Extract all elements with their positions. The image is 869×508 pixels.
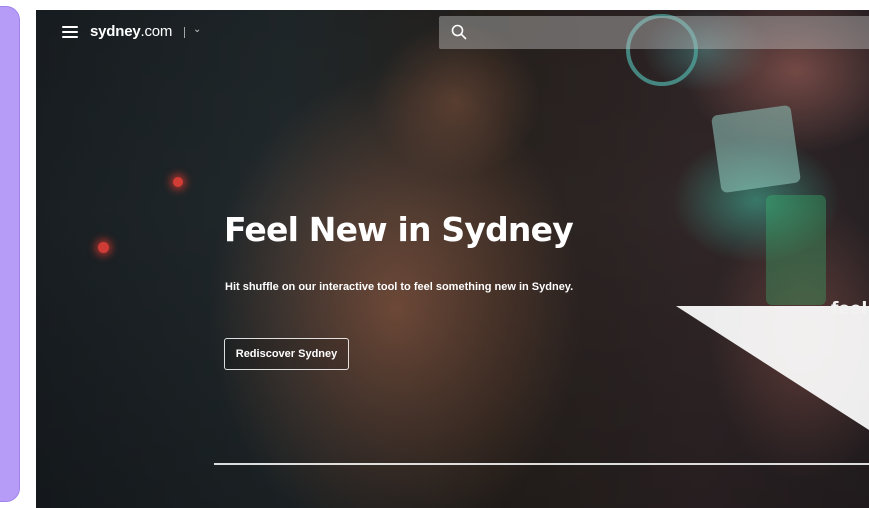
bokeh-light (173, 177, 183, 187)
carousel-progress-line (214, 463, 869, 465)
lantern-decoration (766, 195, 826, 305)
site-logo[interactable]: sydney.com (90, 23, 172, 40)
angle-slice-overlay (676, 306, 869, 430)
side-panel: e (0, 6, 20, 502)
hamburger-menu-icon[interactable] (62, 26, 78, 38)
header-divider (184, 27, 185, 38)
site-header: sydney.com ⌄ (36, 10, 869, 56)
carousel-side-word: feel (831, 299, 868, 319)
logo-brand: sydney (90, 23, 141, 40)
search-input[interactable] (477, 20, 869, 46)
hero-subtitle: Hit shuffle on our interactive tool to f… (225, 281, 574, 293)
lantern-decoration (710, 104, 802, 194)
search-icon[interactable] (451, 24, 467, 40)
hero-title: Feel New in Sydney (224, 210, 574, 249)
hero-banner: sydney.com ⌄ Feel New in Sydney Hit shuf… (36, 10, 869, 508)
page: e sydney.com ⌄ (0, 0, 869, 508)
rediscover-sydney-button[interactable]: Rediscover Sydney (224, 338, 349, 370)
bokeh-light (98, 242, 109, 253)
logo-suffix: .com (140, 23, 173, 40)
chevron-down-icon[interactable]: ⌄ (193, 24, 201, 35)
search-bar[interactable] (439, 16, 869, 49)
